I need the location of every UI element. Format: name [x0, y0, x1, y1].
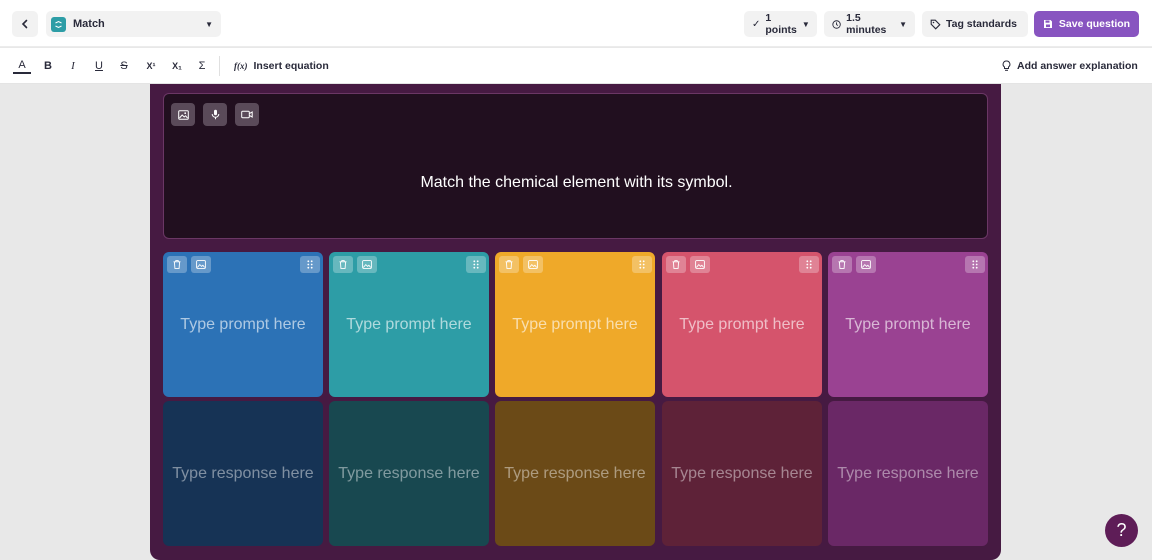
question-text: Match the chemical element with its symb… [420, 174, 733, 191]
help-button[interactable]: ? [1105, 514, 1138, 547]
strikethrough-button[interactable]: S [116, 58, 132, 74]
underline-button[interactable]: U [91, 58, 107, 74]
tag-icon [930, 19, 941, 30]
top-bar: Match ▼ ✓ 1 points ▼ 1.5 minutes ▼ Tag s… [0, 0, 1152, 47]
save-question-label: Save question [1058, 18, 1131, 30]
match-type-icon [51, 16, 66, 32]
video-icon [241, 110, 253, 119]
microphone-icon [211, 109, 219, 120]
caret-down-icon: ▼ [801, 19, 810, 29]
italic-label: I [71, 60, 75, 72]
image-icon [177, 109, 189, 120]
subscript-button[interactable]: X₁ [167, 58, 187, 74]
response-card-1[interactable]: Type response here [163, 401, 323, 546]
add-video-button[interactable] [235, 103, 259, 126]
prompt-card-4[interactable]: Type prompt here [662, 252, 822, 397]
prompt-text: Type prompt here [679, 316, 805, 333]
superscript-button[interactable]: X¹ [141, 58, 161, 74]
add-answer-explanation-button[interactable]: Add answer explanation [1002, 58, 1138, 74]
strikethrough-label: S [120, 60, 128, 72]
tag-standards-button[interactable]: Tag standards [922, 11, 1028, 37]
time-label: 1.5 minutes [846, 12, 887, 36]
italic-button[interactable]: I [65, 58, 81, 74]
response-text: Type response here [671, 465, 813, 482]
time-select[interactable]: 1.5 minutes ▼ [824, 11, 915, 37]
toolbar-divider [219, 56, 220, 76]
prompt-card-5[interactable]: Type prompt here [828, 252, 988, 397]
function-icon: f(x) [234, 61, 248, 71]
underline-label: U [95, 60, 103, 72]
subscript-label: X₁ [172, 61, 182, 71]
response-card-5[interactable]: Type response here [828, 401, 988, 546]
prompt-card-3[interactable]: Type prompt here [495, 252, 655, 397]
formatting-toolbar: A B I U S X¹ X₁ Σ f(x) Insert equation A… [0, 48, 1152, 84]
back-button[interactable] [12, 11, 38, 37]
response-text: Type response here [504, 465, 646, 482]
save-question-button[interactable]: Save question [1034, 11, 1139, 37]
response-text: Type response here [837, 465, 979, 482]
response-text: Type response here [172, 465, 314, 482]
sigma-button[interactable]: Σ [194, 58, 210, 74]
bold-button[interactable]: B [40, 58, 56, 74]
prompt-text: Type prompt here [180, 316, 306, 333]
add-image-button[interactable] [171, 103, 195, 126]
check-icon: ✓ [752, 18, 761, 30]
prompt-card-2[interactable]: Type prompt here [329, 252, 489, 397]
response-card-2[interactable]: Type response here [329, 401, 489, 546]
prompt-text: Type prompt here [512, 316, 638, 333]
superscript-label: X¹ [146, 61, 156, 71]
question-type-label: Match [73, 18, 105, 30]
insert-equation-label: Insert equation [253, 60, 329, 72]
caret-down-icon: ▼ [899, 19, 907, 29]
bold-label: B [44, 60, 52, 72]
prompt-text: Type prompt here [845, 316, 971, 333]
question-type-select[interactable]: Match ▼ [46, 11, 221, 37]
points-label: 1 points [765, 12, 797, 36]
prompt-card-1[interactable]: Type prompt here [163, 252, 323, 397]
response-text: Type response here [338, 465, 480, 482]
response-card-4[interactable]: Type response here [662, 401, 822, 546]
chevron-left-icon [21, 19, 28, 29]
add-audio-button[interactable] [203, 103, 227, 126]
question-input-box[interactable]: Match the chemical element with its symb… [163, 93, 988, 239]
caret-down-icon: ▼ [205, 19, 213, 29]
insert-equation-button[interactable]: f(x) Insert equation [234, 58, 329, 74]
lightbulb-icon [1002, 60, 1011, 71]
help-label: ? [1116, 520, 1127, 540]
clock-icon [832, 19, 841, 29]
text-color-button[interactable]: A [13, 58, 31, 74]
sigma-label: Σ [198, 60, 206, 72]
points-select[interactable]: ✓ 1 points ▼ [744, 11, 817, 37]
response-card-3[interactable]: Type response here [495, 401, 655, 546]
text-color-label: A [18, 59, 26, 71]
add-answer-explanation-label: Add answer explanation [1017, 60, 1138, 72]
prompt-text: Type prompt here [346, 316, 472, 333]
tag-standards-label: Tag standards [946, 18, 1017, 30]
floppy-disk-icon [1043, 20, 1052, 28]
